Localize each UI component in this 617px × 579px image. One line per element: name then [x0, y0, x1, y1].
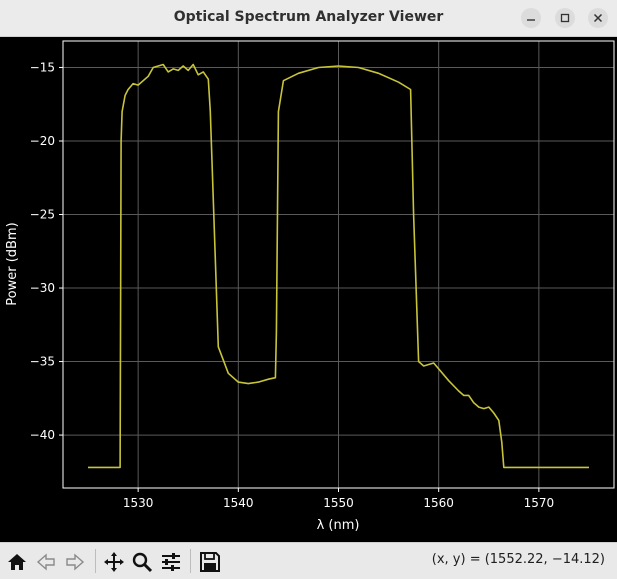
cursor-coordinates: (x, y) = (1552.22, −14.12)	[431, 552, 605, 567]
toolbar-separator	[190, 549, 191, 573]
y-tick-label: −20	[30, 134, 55, 148]
spectrum-chart[interactable]: 1530 1540 1550 1560 1570 −15 −20 −25 −30 −35 −40 λ…	[0, 37, 617, 542]
y-tick-label: −30	[30, 281, 55, 295]
x-tick-label: 1560	[423, 496, 454, 510]
navigation-toolbar: (x, y) = (1552.22, −14.12)	[0, 542, 617, 579]
pan-icon[interactable]	[101, 549, 127, 575]
y-tick-label: −15	[30, 60, 55, 74]
y-axis-label: Power (dBm)	[5, 222, 20, 305]
axis-ticks: 1530 1540 1550 1560 1570 −15 −20 −25 −30 −35 −40	[30, 60, 554, 510]
save-icon[interactable]	[197, 549, 223, 575]
configure-subplots-icon[interactable]	[158, 549, 184, 575]
x-tick-label: 1570	[524, 496, 555, 510]
minimize-icon[interactable]	[521, 8, 541, 28]
close-icon[interactable]	[588, 8, 608, 28]
x-tick-label: 1540	[223, 496, 254, 510]
toolbar-separator	[95, 549, 96, 573]
home-icon[interactable]	[4, 549, 30, 575]
maximize-icon[interactable]	[555, 8, 575, 28]
forward-arrow-icon[interactable]	[62, 549, 88, 575]
grid-lines	[63, 41, 614, 488]
x-tick-label: 1530	[123, 496, 154, 510]
y-tick-label: −25	[30, 208, 55, 222]
back-arrow-icon[interactable]	[33, 549, 59, 575]
x-tick-label: 1550	[323, 496, 354, 510]
figure-canvas[interactable]: 1530 1540 1550 1560 1570 −15 −20 −25 −30 −35 −40 λ…	[0, 37, 617, 542]
y-tick-label: −40	[30, 428, 55, 442]
y-tick-label: −35	[30, 355, 55, 369]
x-axis-label: λ (nm)	[317, 518, 360, 533]
window-titlebar: Optical Spectrum Analyzer Viewer	[0, 0, 617, 37]
zoom-icon[interactable]	[129, 549, 155, 575]
